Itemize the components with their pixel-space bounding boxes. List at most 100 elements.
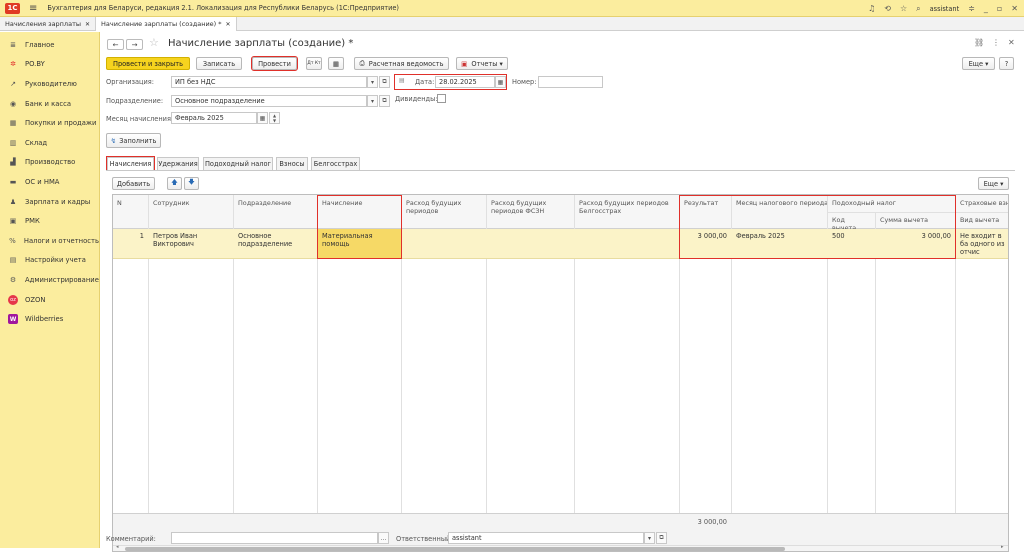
sidebar-item-wildberries[interactable]: W Wildberries — [0, 309, 99, 329]
arrow-down-icon: 🡇 — [188, 178, 195, 186]
cell-department[interactable]: Основное подразделение — [234, 229, 317, 251]
comment-field[interactable] — [171, 532, 378, 544]
responsible-open[interactable]: ⧉ — [656, 532, 667, 544]
col-future-bgs-header[interactable]: Расход будущих периодов Белгосстрах — [575, 197, 679, 217]
date-picker-button[interactable]: ▦ — [495, 76, 506, 88]
col-future-fszn-header[interactable]: Расход будущих периодов ФСЗН — [487, 197, 574, 217]
window-tab-payroll-list[interactable]: Начисления зарплаты ✕ — [0, 17, 97, 31]
help-button[interactable]: ? — [999, 57, 1014, 70]
sidebar-item-sales[interactable]: ▦ Покупки и продажи — [0, 113, 99, 133]
cart-icon: ▦ — [9, 119, 17, 128]
post-button[interactable]: Провести — [251, 56, 298, 71]
save-button[interactable]: Записать — [196, 57, 242, 70]
month-field[interactable]: Февраль 2025 — [171, 112, 257, 124]
department-open[interactable]: ⧉ — [379, 95, 390, 107]
sidebar-item-salary[interactable]: ♟ Зарплата и кадры — [0, 192, 99, 212]
department-dropdown[interactable]: ▾ — [367, 95, 378, 107]
dt-kt-button[interactable]: Дт Кт — [306, 57, 322, 70]
responsible-dropdown[interactable]: ▾ — [644, 532, 655, 544]
list-icon: ≣ — [10, 40, 16, 49]
minimize-icon[interactable]: _ — [984, 4, 988, 13]
cell-future-bgs[interactable] — [575, 229, 679, 235]
open-link-icon: ⧉ — [382, 97, 387, 104]
more-button[interactable]: Еще ▾ — [962, 57, 995, 70]
date-label: Дата: — [415, 78, 435, 86]
reports-button[interactable]: ▣ Отчеты ▾ — [456, 57, 508, 70]
sidebar-item-assets[interactable]: ▬ ОС и НМА — [0, 172, 99, 192]
back-button[interactable]: ← — [107, 39, 124, 50]
cell-deduction-type[interactable]: Не входит в ба одного из отчис — [956, 229, 1008, 259]
total-result: 3 000,00 — [697, 518, 727, 526]
current-user[interactable]: assistant — [930, 5, 960, 13]
col-future-header[interactable]: Расход будущих периодов — [402, 197, 486, 217]
bell-icon[interactable]: ♫ — [868, 4, 875, 13]
responsible-field[interactable]: assistant — [448, 532, 644, 544]
star-icon[interactable]: ☆ — [900, 4, 907, 13]
close-form-icon[interactable]: ✕ — [1008, 38, 1015, 47]
tab-contributions[interactable]: Взносы — [276, 157, 308, 170]
tab-accruals[interactable]: Начисления — [106, 156, 155, 171]
scroll-right-icon[interactable]: ▸ — [1001, 544, 1004, 550]
history-icon[interactable]: ⟲ — [884, 4, 891, 13]
move-down-button[interactable]: 🡇 — [184, 177, 199, 190]
favorite-star-icon[interactable]: ☆ — [149, 36, 159, 49]
cell-future-fszn[interactable] — [487, 229, 574, 235]
col-employee-header[interactable]: Сотрудник — [149, 197, 233, 209]
ellipsis-icon: … — [380, 534, 387, 542]
col-n-header[interactable]: N — [113, 197, 148, 209]
restore-icon[interactable]: ▫ — [997, 4, 1002, 13]
structure-button[interactable]: ▦ — [328, 57, 344, 70]
month-picker-button[interactable]: ▦ — [257, 112, 268, 124]
main-menu-icon[interactable]: ≡ — [29, 3, 37, 14]
cell-n[interactable]: 1 — [113, 229, 148, 243]
sidebar-item-warehouse[interactable]: ▥ Склад — [0, 133, 99, 153]
organization-dropdown[interactable]: ▾ — [367, 76, 378, 88]
month-stepper[interactable]: ▲ ▼ — [269, 112, 280, 124]
people-icon: ♟ — [9, 197, 17, 206]
fill-button[interactable]: ↯ Заполнить — [106, 133, 161, 148]
col-insurance-header[interactable]: Страховые взн — [956, 197, 1008, 209]
col-department-header[interactable]: Подразделение — [234, 197, 317, 209]
tab-deductions[interactable]: Удержания — [157, 157, 199, 170]
dividends-label: Дивиденды: — [395, 95, 438, 103]
chevron-down-icon: ▾ — [370, 97, 374, 105]
col-deduction-type-header[interactable]: Вид вычета — [956, 214, 1008, 226]
payroll-sheet-button[interactable]: ⎙ Расчетная ведомость — [354, 57, 449, 70]
window-tab-payroll-new[interactable]: Начисление зарплаты (создание) * ✕ — [96, 17, 237, 31]
calendar-icon: ▦ — [497, 78, 504, 86]
link-icon[interactable]: ⛓ — [974, 38, 984, 47]
sidebar-item-rmk[interactable]: ▣ РМК — [0, 211, 99, 231]
move-up-button[interactable]: 🡅 — [167, 177, 182, 190]
sidebar-item-ozon[interactable]: oz OZON — [0, 290, 99, 310]
number-field[interactable] — [538, 76, 603, 88]
search-icon[interactable]: ⌕ — [916, 4, 920, 14]
sidebar-item-main[interactable]: ≣ Главное — [0, 35, 99, 55]
department-field[interactable]: Основное подразделение — [171, 95, 367, 107]
close-tab-icon[interactable]: ✕ — [226, 21, 231, 28]
tab-belgosstrakh[interactable]: Белгосстрах — [311, 157, 360, 170]
cell-employee[interactable]: Петров Иван Викторович — [149, 229, 233, 251]
sidebar-item-taxes[interactable]: % Налоги и отчетность — [0, 231, 99, 251]
scroll-left-icon[interactable]: ◂ — [116, 544, 119, 550]
sidebar-item-production[interactable]: ▟ Производство — [0, 153, 99, 173]
organization-open[interactable]: ⧉ — [379, 76, 390, 88]
sidebar-item-settings[interactable]: ▤ Настройки учета — [0, 251, 99, 271]
settings-menu-icon[interactable]: ≑ — [968, 4, 975, 13]
sidebar-item-director[interactable]: ↗ Руководителю — [0, 74, 99, 94]
cell-future[interactable] — [402, 229, 486, 235]
close-icon[interactable]: ✕ — [1011, 4, 1018, 13]
comment-expand-button[interactable]: … — [378, 532, 389, 544]
add-row-button[interactable]: Добавить — [112, 177, 155, 190]
sidebar-item-admin[interactable]: ⚙ Администрирование — [0, 270, 99, 290]
post-and-close-button[interactable]: Провести и закрыть — [106, 57, 190, 70]
table-more-button[interactable]: Еще ▾ — [978, 177, 1009, 190]
sidebar-item-poby[interactable]: ✲ PO.BY — [0, 55, 99, 75]
date-field[interactable]: 28.02.2025 — [435, 76, 495, 88]
organization-field[interactable]: ИП без НДС — [171, 76, 367, 88]
sidebar-item-bank[interactable]: ◉ Банк и касса — [0, 94, 99, 114]
tab-income-tax[interactable]: Подоходный налог — [203, 157, 273, 170]
forward-button[interactable]: → — [126, 39, 143, 50]
dividends-checkbox[interactable] — [437, 94, 446, 103]
close-tab-icon[interactable]: ✕ — [85, 21, 90, 28]
more-vertical-icon[interactable]: ⋮ — [992, 38, 1000, 47]
